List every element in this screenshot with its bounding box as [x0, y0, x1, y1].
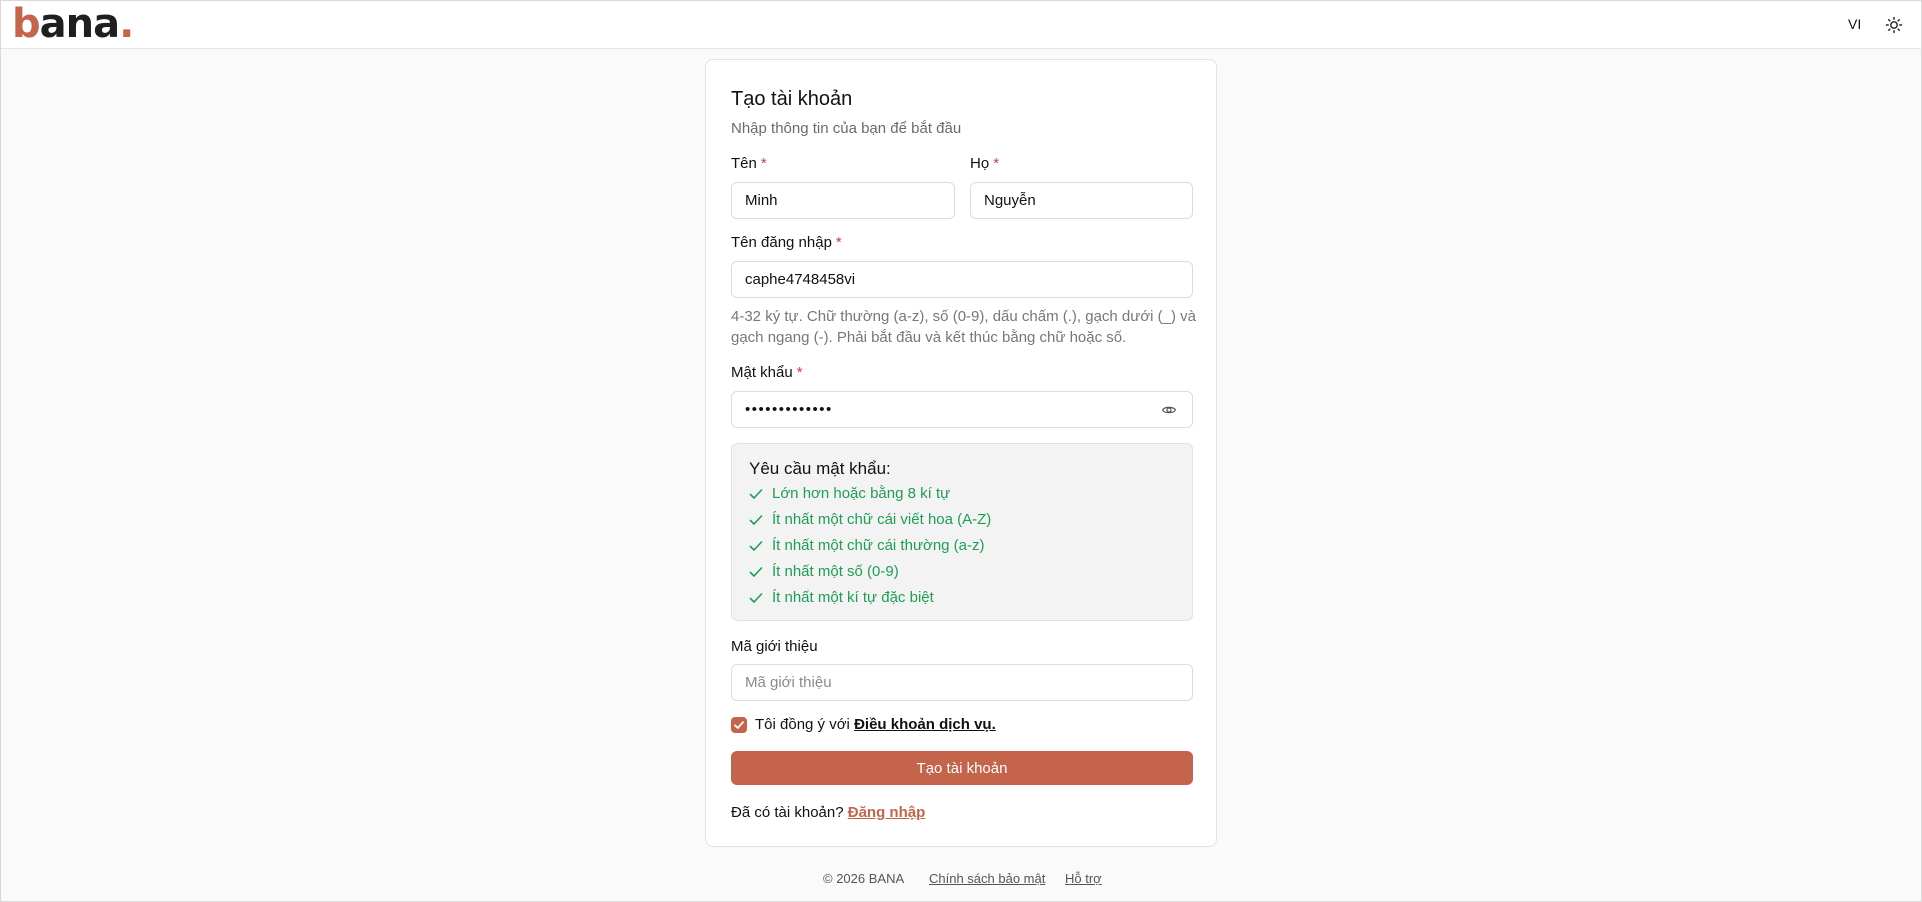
check-icon	[749, 567, 763, 577]
required-mark: *	[835, 234, 842, 251]
requirements-title: Yêu cầu mật khẩu:	[749, 459, 891, 478]
username-label: Tên đăng nhập *	[731, 234, 842, 252]
first-name-label-text: Tên	[731, 155, 757, 172]
login-prompt-text: Đã có tài khoản?	[731, 804, 844, 821]
username-input[interactable]	[731, 261, 1193, 298]
check-icon	[749, 541, 763, 551]
page-title: Tạo tài khoản	[731, 88, 853, 110]
check-icon	[749, 489, 763, 499]
required-mark: *	[760, 155, 767, 172]
page-subtitle: Nhập thông tin của bạn để bắt đầu	[731, 120, 962, 137]
referral-input[interactable]	[731, 664, 1193, 701]
terms-checkbox[interactable]	[731, 717, 747, 733]
brand-logo[interactable]: bana.	[12, 4, 134, 44]
last-name-input[interactable]	[970, 182, 1193, 219]
requirement-text: Ít nhất một kí tự đặc biệt	[772, 589, 934, 606]
referral-label: Mã giới thiệu	[731, 638, 818, 655]
last-name-label-text: Họ	[970, 155, 990, 172]
password-input[interactable]: •••••••••••••	[731, 391, 1193, 428]
first-name-input[interactable]	[731, 182, 955, 219]
login-link[interactable]: Đăng nhập	[848, 804, 926, 821]
create-account-button[interactable]: Tạo tài khoản	[731, 751, 1193, 785]
footer-support-link[interactable]: Hỗ trợ	[1065, 871, 1102, 887]
top-header: bana. VI	[0, 0, 1922, 49]
terms-agreement: Tôi đồng ý với Điều khoản dịch vụ.	[755, 716, 996, 734]
signup-card: Tạo tài khoản Nhập thông tin của bạn để …	[705, 59, 1217, 847]
terms-prefix: Tôi đồng ý với	[755, 716, 850, 733]
footer-privacy-link[interactable]: Chính sách bảo mật	[929, 871, 1045, 887]
requirement-text: Ít nhất một chữ cái viết hoa (A-Z)	[772, 511, 992, 528]
password-visibility-toggle[interactable]	[1161, 402, 1177, 418]
theme-toggle-button[interactable]	[1884, 15, 1904, 35]
check-icon	[749, 515, 763, 525]
check-icon	[734, 721, 744, 729]
requirement-text: Lớn hơn hoặc bằng 8 kí tự	[772, 485, 951, 502]
last-name-label: Họ *	[970, 155, 999, 173]
sun-icon	[1885, 16, 1903, 34]
requirement-text: Ít nhất một số (0-9)	[772, 563, 899, 580]
terms-link[interactable]: Điều khoản dịch vụ.	[854, 716, 996, 733]
language-switcher[interactable]: VI	[1848, 16, 1861, 33]
check-icon	[749, 593, 763, 603]
footer-copyright: © 2026 BANA	[823, 871, 905, 886]
login-prompt: Đã có tài khoản? Đăng nhập	[731, 804, 925, 822]
username-label-text: Tên đăng nhập	[731, 234, 832, 251]
eye-icon	[1161, 406, 1177, 414]
password-label: Mật khẩu *	[731, 364, 803, 382]
requirement-text: Ít nhất một chữ cái thường (a-z)	[772, 537, 985, 554]
required-mark: *	[993, 155, 1000, 172]
password-requirements: Yêu cầu mật khẩu: Lớn hơn hoặc bằng 8 kí…	[731, 443, 1193, 621]
required-mark: *	[796, 364, 803, 381]
password-label-text: Mật khẩu	[731, 364, 793, 381]
username-hint: 4-32 ký tự. Chữ thường (a-z), số (0-9), …	[731, 308, 1196, 346]
first-name-label: Tên *	[731, 155, 767, 173]
